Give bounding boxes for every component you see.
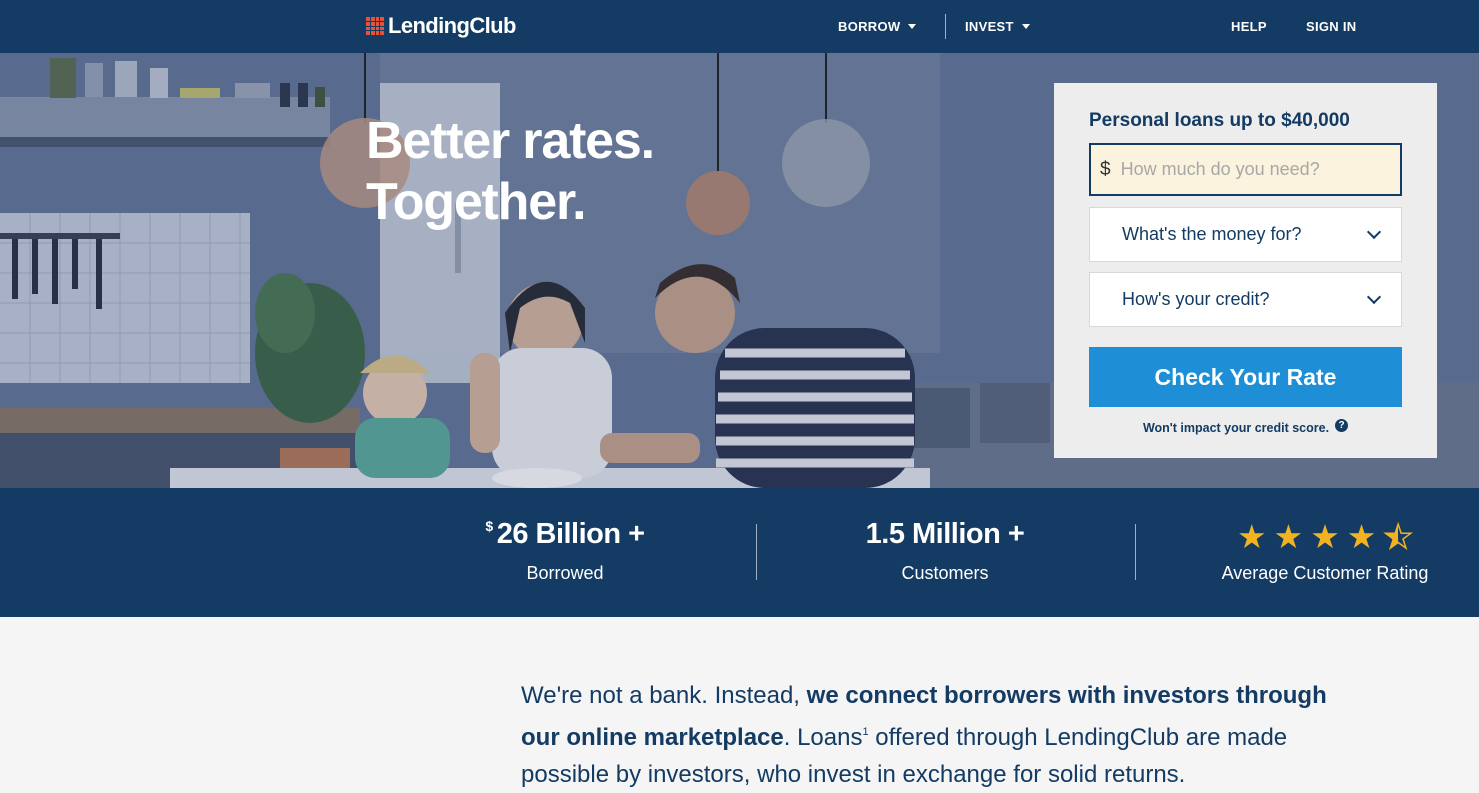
loan-amount-field[interactable]: $ — [1089, 143, 1402, 196]
stat-label: Customers — [901, 563, 989, 583]
chevron-down-icon — [1366, 224, 1382, 240]
intro-paragraph: We're not a bank. Instead, we connect bo… — [521, 677, 1361, 793]
nav-help-link[interactable]: HELP — [1231, 19, 1267, 34]
star-half-icon: ★ — [1383, 519, 1414, 554]
nav-borrow-menu[interactable]: BORROW — [838, 19, 917, 34]
loan-rate-card: Personal loans up to $40,000 $ What's th… — [1054, 83, 1437, 458]
nav-invest-label: INVEST — [965, 19, 1014, 34]
headline-line-1: Better rates. — [366, 112, 655, 170]
stat-label: Average Customer Rating — [1221, 563, 1429, 583]
nav-invest-menu[interactable]: INVEST — [965, 19, 1030, 34]
star-full-icon: ★ — [1310, 517, 1340, 555]
top-nav: LendingClub BORROW INVEST HELP SIGN IN — [0, 0, 1479, 53]
credit-score-select[interactable]: How's your credit? — [1089, 272, 1402, 327]
chevron-down-icon — [1366, 289, 1382, 305]
star-full-icon: ★ — [1237, 517, 1267, 555]
stat-value: $26 Billion + — [470, 518, 660, 551]
credit-disclaimer: Won't impact your credit score. ? — [1054, 418, 1437, 435]
star-full-icon: ★ — [1346, 517, 1377, 555]
hero-headline: Better rates. Together. — [366, 111, 655, 233]
stat-rating: ★★★★★ Average Customer Rating — [1200, 519, 1450, 584]
credit-disclaimer-text: Won't impact your credit score. — [1142, 421, 1330, 435]
intro-text-1: We're not a bank. Instead, — [521, 682, 807, 709]
logo-grid-icon — [366, 17, 384, 35]
intro-text-2: . Loans — [783, 724, 863, 751]
credit-score-label: How's your credit? — [1122, 289, 1270, 309]
card-title: Personal loans up to $40,000 — [1089, 110, 1350, 131]
loan-purpose-select[interactable]: What's the money for? — [1089, 207, 1402, 262]
stat-value: 1.5 Million + — [865, 518, 1025, 550]
stat-divider — [1135, 524, 1136, 580]
stats-bar: $26 Billion + Borrowed 1.5 Million + Cus… — [0, 488, 1479, 617]
headline-line-2: Together. — [366, 173, 587, 231]
stat-amount: 26 Billion + — [496, 518, 645, 550]
logo-text: LendingClub — [388, 13, 516, 38]
loan-purpose-label: What's the money for? — [1122, 224, 1302, 244]
stat-customers: 1.5 Million + Customers — [850, 518, 1040, 584]
stat-label: Borrowed — [526, 563, 604, 583]
stat-divider — [756, 524, 757, 580]
nav-sign-in-link[interactable]: SIGN IN — [1306, 19, 1357, 34]
nav-divider — [945, 14, 946, 39]
nav-borrow-label: BORROW — [838, 19, 901, 34]
loan-amount-input[interactable] — [1120, 159, 1381, 180]
caret-down-icon — [1021, 24, 1030, 29]
rating-stars: ★ ★ ★ ★ ★ — [1200, 517, 1450, 555]
question-icon[interactable]: ? — [1335, 418, 1349, 432]
stat-borrowed: $26 Billion + Borrowed — [470, 518, 660, 584]
logo[interactable]: LendingClub — [366, 13, 516, 39]
caret-down-icon — [908, 24, 917, 29]
stat-currency: $ — [485, 518, 493, 534]
dollar-sign: $ — [1100, 158, 1111, 180]
star-full-icon: ★ — [1273, 517, 1304, 555]
check-your-rate-button[interactable]: Check Your Rate — [1089, 347, 1402, 407]
